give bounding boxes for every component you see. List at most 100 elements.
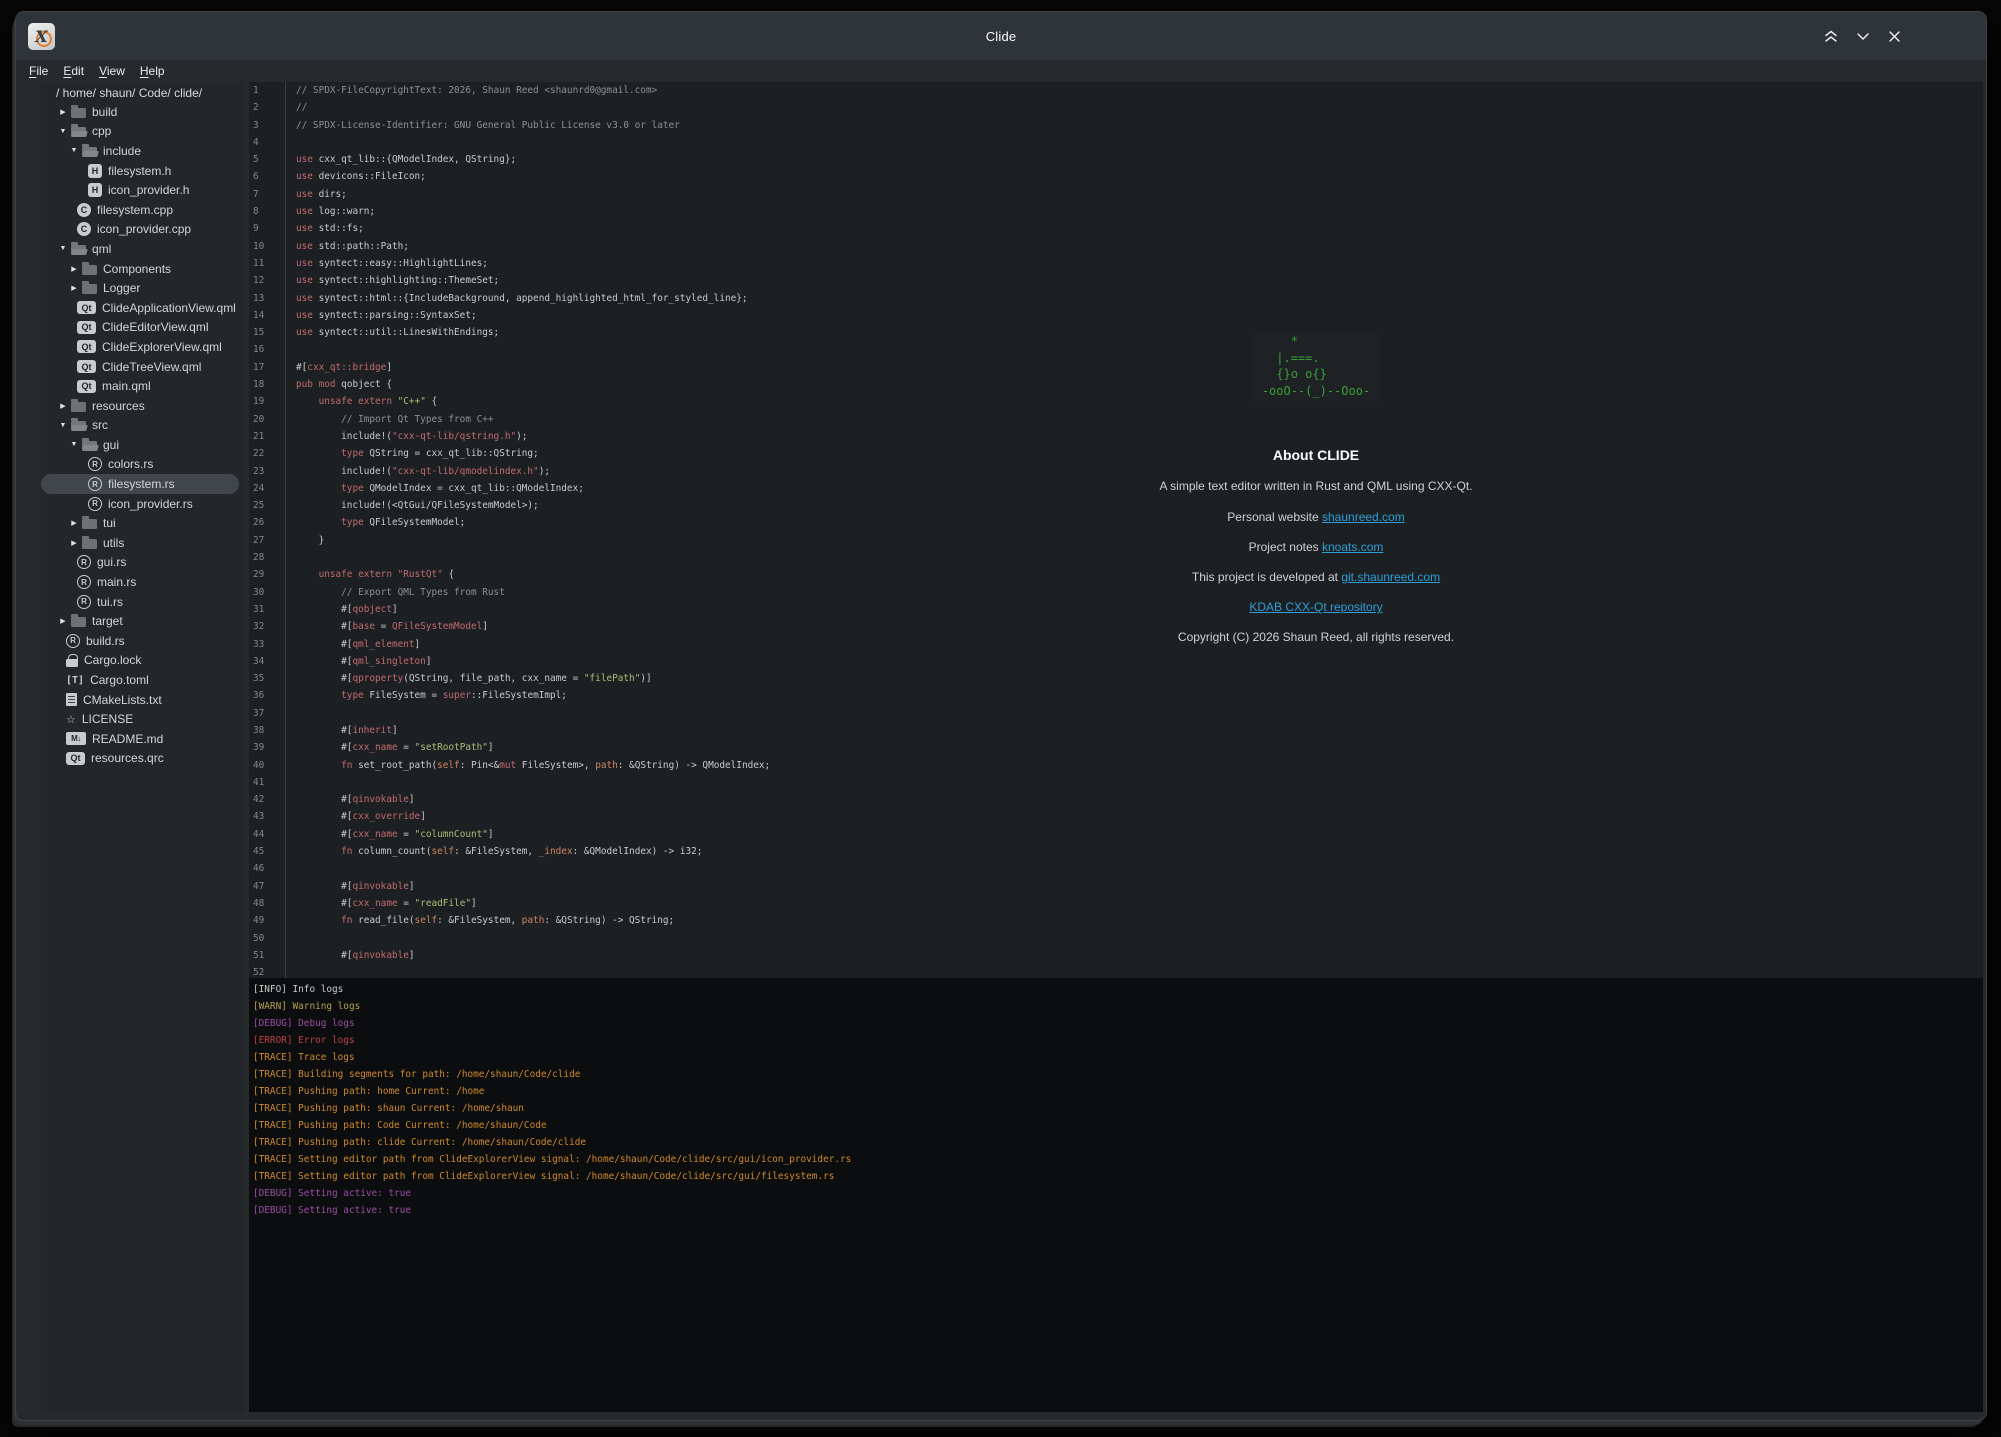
tree-item-qml[interactable]: ▼qml [41,239,239,259]
code-line[interactable]: 48 #[cxx_name = "readFile"] [249,895,1983,912]
code-line[interactable]: 50 [249,930,1983,947]
code-line[interactable]: 9use std::fs; [249,220,1983,237]
link-git-shaunreed-com[interactable]: git.shaunreed.com [1341,570,1440,584]
menu-help[interactable]: Help [140,64,165,78]
code-line[interactable]: 3// SPDX-License-Identifier: GNU General… [249,117,1983,134]
code-line[interactable]: 13use syntect::html::{IncludeBackground,… [249,290,1983,307]
tree-item-ClideExplorerView.qml[interactable]: QtClideExplorerView.qml [41,337,239,357]
menu-view[interactable]: View [99,64,125,78]
code-line[interactable]: 2// [249,99,1983,116]
code-line[interactable]: 11use syntect::easy::HighlightLines; [249,255,1983,272]
code-line[interactable]: 39 #[cxx_name = "setRootPath"] [249,739,1983,756]
chevron-right-icon[interactable]: ▶ [69,519,79,527]
tree-item-gui[interactable]: ▼gui [41,435,239,455]
tree-item-colors.rs[interactable]: Rcolors.rs [41,455,239,475]
tree-item-ClideTreeView.qml[interactable]: QtClideTreeView.qml [41,357,239,377]
minimize-button[interactable] [1855,29,1870,43]
code-editor[interactable]: 1// SPDX-FileCopyrightText: 2026, Shaun … [249,82,1983,978]
code-line[interactable]: 51 #[qinvokable] [249,947,1983,964]
link-shaunreed-com[interactable]: shaunreed.com [1322,510,1405,524]
chevron-right-icon[interactable]: ▶ [69,265,79,273]
rust-icon: R [77,555,91,569]
tree-item-filesystem.rs[interactable]: Rfilesystem.rs [41,474,239,494]
code-line[interactable]: 14use syntect::parsing::SyntaxSet; [249,307,1983,324]
tree-item-target[interactable]: ▶target [41,611,239,631]
menu-edit[interactable]: Edit [63,64,84,78]
tree-item-resources.qrc[interactable]: Qtresources.qrc [41,749,239,769]
log-panel[interactable]: [INFO] Info logs[WARN] Warning logs[DEBU… [249,978,1983,1412]
code-line[interactable]: 41 [249,774,1983,791]
chevron-right-icon[interactable]: ▶ [69,539,79,547]
code-line[interactable]: 8use log::warn; [249,203,1983,220]
tree-item-filesystem.h[interactable]: Hfilesystem.h [41,161,239,181]
code-line[interactable]: 34 #[qml_singleton] [249,653,1983,670]
code-line[interactable]: 46 [249,860,1983,877]
tree-item-build[interactable]: ▶build [41,102,239,122]
code-line[interactable]: 43 #[cxx_override] [249,808,1983,825]
code-line[interactable]: 5use cxx_qt_lib::{QModelIndex, QString}; [249,151,1983,168]
tree-item-CMakeLists.txt[interactable]: CMakeLists.txt [41,690,239,710]
cpp-icon: C [77,222,91,236]
tree-item-gui.rs[interactable]: Rgui.rs [41,553,239,573]
tree-item-build.rs[interactable]: Rbuild.rs [41,631,239,651]
code-line[interactable]: 37 [249,705,1983,722]
tree-item-ClideApplicationView.qml[interactable]: QtClideApplicationView.qml [41,298,239,318]
menu-file[interactable]: File [29,64,48,78]
root-path: / home/ shaun/ Code/ clide/ [41,82,245,102]
code-line[interactable]: 40 fn set_root_path(self: Pin<&mut FileS… [249,757,1983,774]
tree-item-include[interactable]: ▼include [41,141,239,161]
tree-item-src[interactable]: ▼src [41,416,239,436]
link-kdab-cxx-qt-repository[interactable]: KDAB CXX-Qt repository [1249,600,1382,614]
code-line[interactable]: 45 fn column_count(self: &FileSystem, _i… [249,843,1983,860]
tree-item-main.rs[interactable]: Rmain.rs [41,572,239,592]
chevron-right-icon[interactable]: ▶ [69,284,79,292]
code-line[interactable]: 12use syntect::highlighting::ThemeSet; [249,272,1983,289]
code-line[interactable]: 52 [249,964,1983,978]
code-line[interactable]: 4 [249,134,1983,151]
tree-item-icon_provider.cpp[interactable]: Cicon_provider.cpp [41,220,239,240]
tree-item-Logger[interactable]: ▶Logger [41,278,239,298]
code-line[interactable]: 36 type FileSystem = super::FileSystemIm… [249,687,1983,704]
chevron-down-icon[interactable]: ▼ [58,245,68,252]
tree-item-Components[interactable]: ▶Components [41,259,239,279]
keep-above-button[interactable] [1823,29,1838,43]
tree-item-icon_provider.h[interactable]: Hicon_provider.h [41,180,239,200]
code-line[interactable]: 42 #[qinvokable] [249,791,1983,808]
code-line[interactable]: 38 #[inherit] [249,722,1983,739]
chevron-down-icon[interactable]: ▼ [58,128,68,135]
window-controls [1823,12,1902,60]
tree-item-main.qml[interactable]: Qtmain.qml [41,376,239,396]
code-line[interactable]: 49 fn read_file(self: &FileSystem, path:… [249,912,1983,929]
tree-item-ClideEditorView.qml[interactable]: QtClideEditorView.qml [41,318,239,338]
chevron-right-icon[interactable]: ▶ [58,402,68,410]
tree-item-Cargo.lock[interactable]: Cargo.lock [41,651,239,671]
line-number: 49 [249,912,286,929]
code-line[interactable]: 6use devicons::FileIcon; [249,168,1983,185]
chevron-down-icon[interactable]: ▼ [69,441,79,448]
code-line[interactable]: 10use std::path::Path; [249,238,1983,255]
code-line[interactable]: 35 #[qproperty(QString, file_path, cxx_n… [249,670,1983,687]
code-line[interactable]: 47 #[qinvokable] [249,878,1983,895]
code-line[interactable]: 44 #[cxx_name = "columnCount"] [249,826,1983,843]
tree-item-filesystem.cpp[interactable]: Cfilesystem.cpp [41,200,239,220]
tree-item-README.md[interactable]: M↓README.md [41,729,239,749]
tree-item-Cargo.toml[interactable]: [T]Cargo.toml [41,670,239,690]
tree-item-tui.rs[interactable]: Rtui.rs [41,592,239,612]
line-number: 19 [249,393,286,410]
chevron-down-icon[interactable]: ▼ [69,147,79,154]
close-button[interactable] [1887,29,1902,43]
app-icon[interactable]: X [28,23,55,50]
link-knoats-com[interactable]: knoats.com [1322,540,1383,554]
tree-item-icon_provider.rs[interactable]: Ricon_provider.rs [41,494,239,514]
code-line[interactable]: 7use dirs; [249,186,1983,203]
tree-item-cpp[interactable]: ▼cpp [41,122,239,142]
tree-item-utils[interactable]: ▶utils [41,533,239,553]
chevron-down-icon[interactable]: ▼ [58,422,68,429]
chevron-right-icon[interactable]: ▶ [58,108,68,116]
tree-item-resources[interactable]: ▶resources [41,396,239,416]
tree-item-tui[interactable]: ▶tui [41,513,239,533]
code-line[interactable]: 1// SPDX-FileCopyrightText: 2026, Shaun … [249,82,1983,99]
chevron-right-icon[interactable]: ▶ [58,617,68,625]
titlebar[interactable]: X Clide [16,12,1986,60]
tree-item-LICENSE[interactable]: ☆LICENSE [41,709,239,729]
